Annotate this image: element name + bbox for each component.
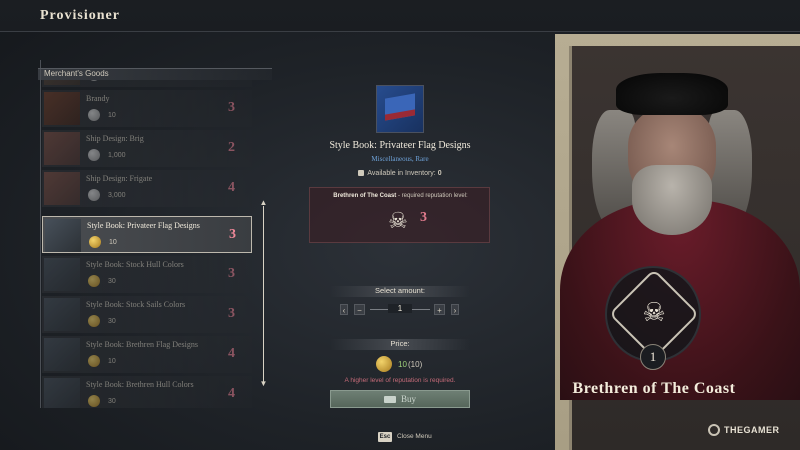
item-price: 3,000	[108, 192, 126, 199]
decrease-amount-button[interactable]: −	[354, 304, 365, 315]
faction-name-inline: Brethren of The Coast	[333, 193, 397, 199]
tricorn-hat	[616, 73, 728, 115]
item-subtitle: Miscellaneous, Rare	[371, 155, 429, 163]
item-name: Brandy	[86, 94, 110, 103]
reputation-badge: 2	[228, 140, 235, 155]
left-key-hint[interactable]: ‹	[340, 304, 348, 315]
item-price: 10	[108, 358, 116, 365]
item-name: Style Book: Privateer Flag Designs	[87, 221, 200, 230]
price-value: 10	[398, 360, 407, 369]
brandy-thumbnail	[44, 92, 80, 125]
scroll-down-arrow-icon[interactable]: ▼	[259, 380, 268, 388]
header-bar: Provisioner	[0, 0, 800, 32]
skull-crossed-swords-icon: ☠	[642, 297, 666, 327]
increase-amount-button[interactable]: +	[434, 304, 445, 315]
right-key-hint[interactable]: ›	[451, 304, 459, 315]
list-item[interactable]: Ship Design: Brig 1,000 2	[42, 130, 252, 167]
list-item-selected[interactable]: Style Book: Privateer Flag Designs 10 3	[42, 216, 252, 253]
item-title: Style Book: Privateer Flag Designs	[329, 140, 471, 151]
reputation-badge: 3	[228, 306, 235, 321]
merchant-goods-list[interactable]: 10 Brandy 10 3 Ship Design: Brig 1,000 2…	[42, 80, 252, 408]
style-book-thumbnail	[44, 378, 80, 408]
reputation-badge: 4	[228, 180, 235, 195]
rep-suffix: - required reputation level:	[396, 193, 468, 199]
scrollbar[interactable]	[263, 206, 264, 382]
item-name: Ship Design: Brig	[86, 134, 144, 143]
price-header: Price:	[330, 339, 470, 350]
page-title: Provisioner	[40, 8, 120, 23]
list-item[interactable]: Style Book: Brethren Hull Colors 30 4	[42, 376, 252, 408]
merchant-beard	[632, 165, 712, 235]
style-book-thumbnail	[45, 219, 81, 252]
list-item-partial[interactable]: 10	[42, 80, 252, 87]
item-price: 10	[109, 239, 117, 246]
gold-coin-icon	[88, 395, 100, 407]
bag-icon	[358, 170, 365, 177]
price-owned: (10)	[408, 360, 423, 369]
buy-button[interactable]: Buy	[330, 390, 470, 408]
list-item[interactable]: Style Book: Stock Sails Colors 30 3	[42, 296, 252, 333]
select-amount-header: Select amount:	[330, 286, 470, 297]
reputation-badge: 4	[228, 386, 235, 401]
item-price: 30	[108, 278, 116, 285]
required-reputation-level: 3	[420, 210, 427, 225]
list-item[interactable]: Style Book: Brethren Flag Designs 10 4	[42, 336, 252, 373]
faction-name: Brethren of The Coast	[572, 380, 736, 397]
style-book-thumbnail	[44, 258, 80, 291]
watermark: THEGAMER	[724, 425, 780, 435]
inventory-count: 0	[437, 170, 442, 177]
item-name: Style Book: Brethren Flag Designs	[86, 340, 198, 349]
silver-coin-icon	[88, 109, 100, 121]
close-menu-label[interactable]: Close Menu	[397, 433, 432, 440]
buy-label: Buy	[400, 394, 416, 404]
item-image	[376, 85, 424, 133]
reputation-requirement-box: Brethren of The Coast - required reputat…	[309, 187, 490, 243]
list-caption: Merchant's Goods	[38, 68, 272, 80]
list-item[interactable]: Style Book: Stock Hull Colors 30 3	[42, 256, 252, 293]
ship-thumbnail	[44, 132, 80, 165]
item-price: 1,000	[108, 152, 126, 159]
inventory-label: Available in Inventory:	[367, 170, 436, 177]
style-book-thumbnail	[44, 298, 80, 331]
item-name: Style Book: Stock Hull Colors	[86, 260, 184, 269]
list-item[interactable]: Brandy 10 3	[42, 90, 252, 127]
gold-coin-icon	[376, 356, 392, 372]
reputation-badge: 4	[228, 346, 235, 361]
inventory-status: Available in Inventory: 0	[300, 170, 500, 177]
silver-coin-icon	[88, 189, 100, 201]
item-name: Ship Design: Frigate	[86, 174, 153, 183]
item-price: 30	[108, 318, 116, 325]
reputation-badge: 3	[228, 100, 235, 115]
item-price: 30	[108, 398, 116, 405]
gold-coin-icon	[88, 275, 100, 287]
amount-value: 1	[388, 304, 412, 313]
ship-thumbnail	[44, 172, 80, 205]
item-price: 10	[108, 112, 116, 119]
silver-coin-icon	[88, 149, 100, 161]
esc-key-icon[interactable]: Esc	[378, 432, 392, 442]
gold-coin-icon	[88, 315, 100, 327]
skull-crossed-swords-icon: ☠	[388, 208, 408, 233]
reputation-requirement-text: Brethren of The Coast - required reputat…	[310, 193, 491, 199]
current-reputation-level: 1	[649, 349, 657, 364]
reputation-badge: 3	[229, 227, 236, 242]
gold-coin-icon	[89, 236, 101, 248]
keyboard-icon	[383, 396, 396, 404]
reputation-warning: A higher level of reputation is required…	[344, 377, 456, 384]
thegamer-logo-icon	[708, 424, 720, 436]
item-thumbnail	[44, 80, 80, 85]
list-item[interactable]: Ship Design: Frigate 3,000 4	[42, 170, 252, 207]
reputation-badge: 3	[228, 266, 235, 281]
item-name: Style Book: Brethren Hull Colors	[86, 380, 194, 389]
item-name: Style Book: Stock Sails Colors	[86, 300, 186, 309]
gold-coin-icon	[88, 355, 100, 367]
style-book-thumbnail	[44, 338, 80, 371]
silver-coin-icon	[88, 80, 100, 81]
